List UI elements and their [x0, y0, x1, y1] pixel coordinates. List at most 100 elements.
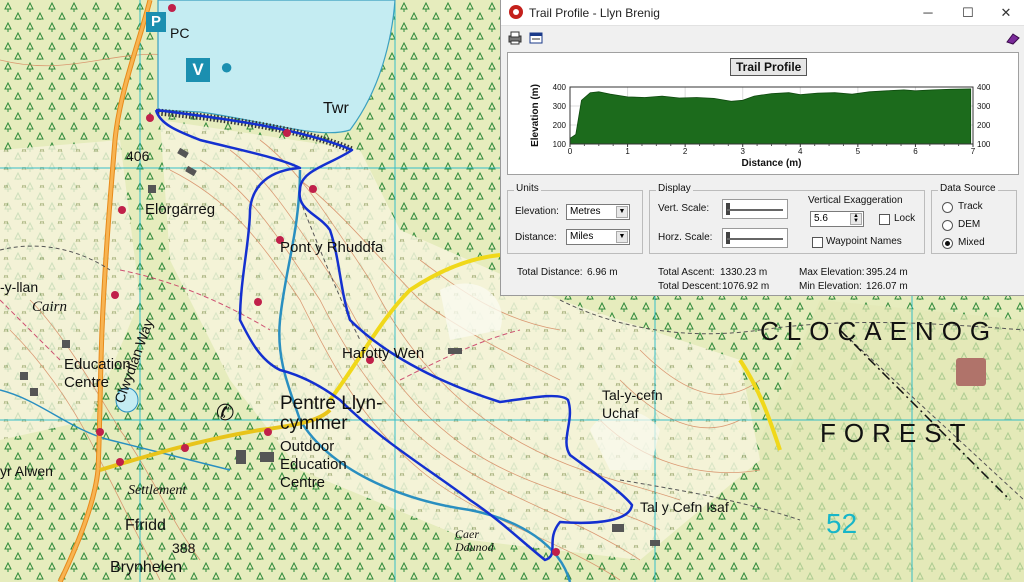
units-group: Units Elevation: Metres ▼ Distance: Mile…	[507, 183, 643, 254]
chevron-down-icon[interactable]: ▼	[616, 206, 628, 218]
radio-dem-label: DEM	[958, 219, 981, 230]
map-label-tal-y-cefn-uchaf: Tal-y-cefn Uchaf	[602, 387, 663, 421]
footprint-icon: ●	[220, 54, 234, 79]
vert-scale-slider[interactable]	[722, 199, 788, 219]
min-elevation-label: Min Elevation:	[799, 281, 862, 292]
elevation-area	[569, 88, 972, 145]
maximize-button[interactable]: ☐	[951, 0, 985, 25]
map-label-grid-52: 52	[826, 508, 858, 539]
map-label-llan: -y-llan	[0, 279, 39, 295]
visitor-centre-symbol: V	[186, 58, 210, 82]
min-elevation-value: 126.07 m	[866, 281, 908, 292]
vertical-exaggeration-value: 5.6	[814, 213, 828, 224]
distance-unit-value: Miles	[570, 231, 594, 242]
y-tick-label-right: 200	[977, 121, 991, 130]
picnic-icon	[956, 358, 986, 386]
print-icon[interactable]	[507, 30, 523, 46]
data-source-group: Data Source Track DEM Mixed	[931, 183, 1017, 254]
y-axis-label: Elevation (m)	[530, 84, 541, 147]
display-legend: Display	[656, 183, 693, 194]
copy-icon[interactable]	[528, 30, 544, 46]
map-label-outdoor-education-centre: Outdoor Education Centre	[280, 438, 347, 491]
y-tick-label-right: 100	[977, 140, 991, 149]
x-tick-label: 1	[625, 147, 630, 156]
map-label-caer-ddunod: Caer Ddunod	[455, 527, 494, 554]
radio-dem[interactable]	[942, 220, 953, 231]
elevation-profile-chart: 100 100 200 200 300 300 400 400 0 1 2 3 4 5 6 7 Distance…	[507, 52, 1019, 175]
total-descent-value: 1076.92 m	[722, 281, 770, 292]
distance-unit-select[interactable]: Miles ▼	[566, 229, 630, 245]
x-axis-label: Distance (m)	[741, 158, 801, 169]
x-tick-label: 5	[856, 147, 861, 156]
lock-label: Lock	[894, 213, 916, 224]
map-label-pont-y-rhuddfa: Pont y Rhuddfa	[280, 239, 384, 256]
total-distance-value: 6.96 m	[587, 267, 618, 278]
x-tick-label: 7	[971, 147, 976, 156]
radio-track[interactable]	[942, 202, 953, 213]
window-title: Trail Profile - Llyn Brenig	[529, 6, 660, 20]
toolbar	[501, 26, 1024, 50]
horz-scale-slider[interactable]	[722, 228, 788, 248]
waypoint-names-label: Waypoint Names	[826, 236, 902, 247]
map-label-education-centre-left: Education Centre	[64, 356, 131, 391]
units-legend: Units	[514, 183, 541, 194]
map-label-elorgarreg: Elorgarreg	[145, 201, 216, 218]
vert-scale-label: Vert. Scale:	[658, 203, 710, 214]
vertical-exaggeration-label: Vertical Exaggeration	[808, 195, 903, 206]
map-label-alwen: yr Alwen	[0, 463, 53, 479]
radio-track-label: Track	[958, 201, 983, 212]
map-label-forest: FOREST	[820, 418, 974, 448]
y-tick-label-left: 400	[553, 83, 567, 92]
total-ascent-label: Total Ascent:	[658, 267, 715, 278]
map-label-ffridd: Ffridd	[125, 517, 166, 534]
map-label-twr: Twr	[323, 100, 349, 117]
vert-scale-thumb[interactable]	[726, 203, 730, 215]
horz-scale-label: Horz. Scale:	[658, 232, 713, 243]
max-elevation-value: 395.24 m	[866, 267, 908, 278]
y-tick-label-left: 100	[553, 140, 567, 149]
x-tick-label: 0	[568, 147, 573, 156]
title-bar[interactable]: Trail Profile - Llyn Brenig ─ ☐ ✕	[501, 0, 1024, 26]
data-source-legend: Data Source	[938, 183, 998, 194]
y-tick-label-right: 400	[977, 83, 991, 92]
minimize-button[interactable]: ─	[911, 0, 945, 25]
display-group: Display Vert. Scale: Horz. Scale: Vertic…	[649, 183, 925, 254]
map-label-brynhelen: Brynhelen	[110, 559, 183, 576]
parking-symbol: P	[146, 12, 166, 32]
map-label-settlement: Settlement	[128, 483, 187, 498]
x-tick-label: 3	[740, 147, 745, 156]
map-label-hafotty-wen: Hafotty Wen	[342, 345, 425, 362]
horz-scale-thumb[interactable]	[726, 232, 730, 244]
distance-label: Distance:	[515, 232, 557, 243]
elevation-label: Elevation:	[515, 206, 559, 217]
spinner-icon[interactable]: ▲ ▼	[850, 213, 862, 225]
vertical-exaggeration-input[interactable]: 5.6 ▲ ▼	[810, 211, 864, 227]
radio-mixed-label: Mixed	[958, 237, 985, 248]
total-ascent-value: 1330.23 m	[720, 267, 768, 278]
map-label-spot-388: 388	[172, 540, 196, 556]
max-elevation-label: Max Elevation:	[799, 267, 865, 278]
map-label-spot-406: 406	[126, 148, 150, 164]
map-label-pentre-llyn-cymmer: Pentre Llyn-cymmer	[280, 393, 383, 434]
y-tick-label-left: 300	[553, 102, 567, 111]
x-tick-label: 6	[913, 147, 918, 156]
telephone-icon: ✆	[216, 400, 235, 425]
x-tick-label: 2	[683, 147, 688, 156]
close-button[interactable]: ✕	[989, 0, 1023, 25]
map-label-pc: PC	[170, 25, 190, 41]
radio-mixed[interactable]	[942, 238, 953, 249]
map-label-cairn: Cairn	[32, 299, 68, 315]
lock-checkbox[interactable]	[879, 214, 890, 225]
book-icon[interactable]	[1005, 30, 1021, 46]
waypoint-names-checkbox[interactable]	[812, 237, 823, 248]
total-descent-label: Total Descent:	[658, 281, 722, 292]
chevron-down-icon[interactable]: ▼	[616, 231, 628, 243]
map-label-clocaenog: CLOCAENOG	[760, 316, 999, 346]
x-tick-label: 4	[798, 147, 803, 156]
y-tick-label-left: 200	[553, 121, 567, 130]
map-label-tal-y-cefn-isaf: Tal y Cefn Isaf	[640, 499, 729, 515]
app-icon	[509, 5, 523, 19]
y-tick-label-right: 300	[977, 102, 991, 111]
chart-title: Trail Profile	[730, 58, 808, 76]
elevation-unit-select[interactable]: Metres ▼	[566, 204, 630, 220]
